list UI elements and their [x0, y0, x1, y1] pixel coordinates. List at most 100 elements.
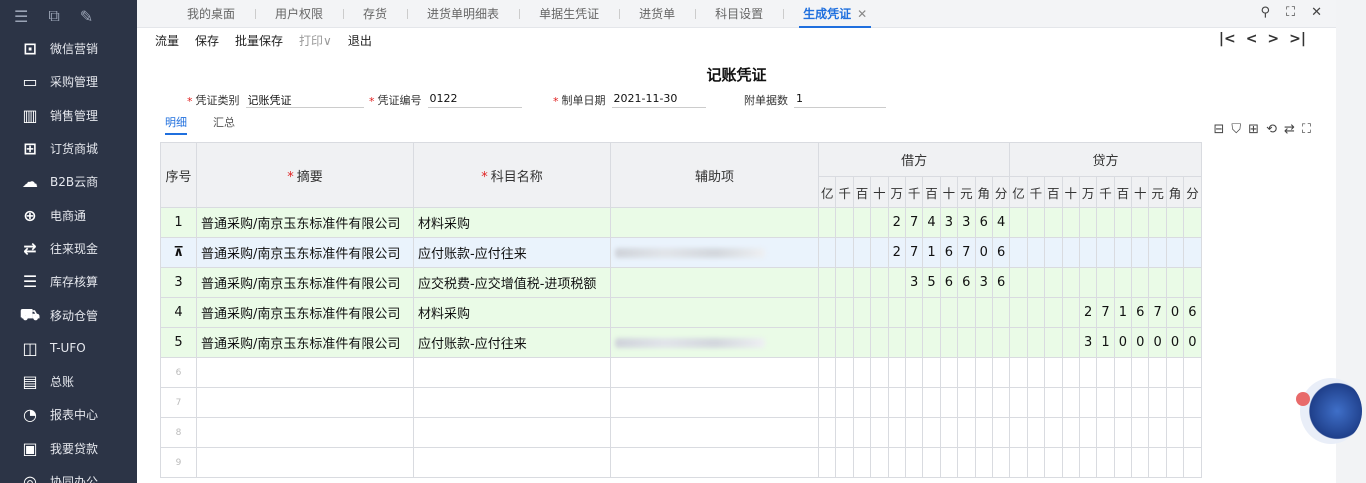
credit-digit-cell[interactable] — [1078, 387, 1098, 418]
sidebar-item-5[interactable]: ⊕ 电商通 — [0, 198, 137, 231]
credit-digit-cell[interactable] — [1183, 447, 1202, 478]
debit-digit-cell[interactable] — [904, 327, 924, 358]
summary-cell[interactable]: 普通采购/南京玉东标准件有限公司 — [196, 207, 414, 238]
voucher-type-input[interactable]: 记账凭证 — [245, 92, 364, 108]
debit-digit-cell[interactable] — [817, 357, 837, 388]
debit-digit-cell[interactable] — [904, 297, 924, 328]
credit-digit-cell[interactable] — [1044, 267, 1063, 298]
insert-row-icon[interactable]: ⊟ — [1214, 122, 1225, 137]
tab-close-icon[interactable]: ✕ — [857, 7, 867, 21]
credit-digit-cell[interactable] — [1044, 327, 1063, 358]
debit-digit-cell[interactable] — [957, 417, 976, 448]
credit-digit-cell[interactable] — [1131, 447, 1150, 478]
aux-cell[interactable] — [610, 297, 819, 328]
debit-digit-cell[interactable] — [852, 237, 872, 268]
table-row[interactable]: 5 普通采购/南京玉东标准件有限公司 应付账款-应付往来 3 1 0 0 0 0 0 — [160, 327, 1202, 358]
credit-digit-cell[interactable] — [1165, 267, 1185, 298]
debit-digit-cell[interactable] — [939, 417, 959, 448]
credit-digit-cell[interactable]: 0 — [1113, 327, 1133, 358]
last-record-icon[interactable]: >| — [1289, 31, 1306, 47]
exit-button[interactable]: 退出 — [348, 32, 372, 49]
credit-digit-cell[interactable] — [1183, 357, 1202, 388]
credit-digit-cell[interactable] — [1165, 417, 1185, 448]
first-record-icon[interactable]: |< — [1219, 31, 1236, 47]
credit-digit-cell[interactable] — [1113, 357, 1133, 388]
attachment-count-input[interactable]: 1 — [794, 92, 886, 108]
credit-digit-cell[interactable]: 6 — [1183, 297, 1202, 328]
credit-digit-cell[interactable] — [1044, 417, 1063, 448]
table-row[interactable]: 4 普通采购/南京玉东标准件有限公司 材料采购 2 7 1 6 7 0 6 — [160, 297, 1202, 328]
debit-digit-cell[interactable] — [817, 207, 837, 238]
close-icon[interactable]: ✕ — [1311, 5, 1322, 20]
debit-digit-cell[interactable] — [904, 387, 924, 418]
table-row[interactable]: 7 — [160, 387, 1202, 418]
credit-digit-cell[interactable] — [1148, 417, 1167, 448]
debit-digit-cell[interactable] — [974, 357, 993, 388]
debit-digit-cell[interactable] — [922, 357, 941, 388]
subtab-summary[interactable]: 汇总 — [213, 114, 235, 135]
print-button[interactable]: 打印∨ — [299, 32, 332, 49]
summary-cell[interactable] — [196, 387, 414, 418]
credit-digit-cell[interactable] — [1096, 267, 1115, 298]
credit-digit-cell[interactable] — [1131, 267, 1150, 298]
credit-digit-cell[interactable] — [1078, 207, 1098, 238]
credit-digit-cell[interactable] — [1061, 297, 1080, 328]
sidebar-item-12[interactable]: ▣ 我要贷款 — [0, 432, 137, 465]
debit-digit-cell[interactable] — [887, 357, 906, 388]
credit-digit-cell[interactable] — [1044, 207, 1063, 238]
debit-digit-cell[interactable] — [922, 447, 941, 478]
debit-digit-cell[interactable] — [991, 447, 1011, 478]
credit-digit-cell[interactable]: 3 — [1078, 327, 1098, 358]
debit-digit-cell[interactable] — [939, 327, 959, 358]
credit-digit-cell[interactable] — [1165, 447, 1185, 478]
debit-digit-cell[interactable] — [852, 327, 872, 358]
fullscreen-icon[interactable]: ⛶ — [1302, 122, 1311, 137]
account-cell[interactable]: 材料采购 — [413, 297, 611, 328]
debit-digit-cell[interactable] — [870, 207, 889, 238]
flow-button[interactable]: 流量 — [155, 32, 179, 49]
debit-digit-cell[interactable] — [957, 447, 976, 478]
debit-digit-cell[interactable] — [991, 357, 1011, 388]
debit-digit-cell[interactable]: 7 — [904, 237, 924, 268]
debit-digit-cell[interactable] — [835, 207, 854, 238]
debit-digit-cell[interactable]: 5 — [922, 267, 941, 298]
tab-2[interactable]: 存货 — [343, 0, 407, 28]
debit-digit-cell[interactable] — [974, 297, 993, 328]
summary-cell[interactable]: 普通采购/南京玉东标准件有限公司 — [196, 297, 414, 328]
tab-5[interactable]: 进货单 — [619, 0, 695, 28]
table-row[interactable]: 8 — [160, 417, 1202, 448]
credit-digit-cell[interactable] — [1183, 207, 1202, 238]
credit-digit-cell[interactable] — [1096, 387, 1115, 418]
menu-icon[interactable]: ☰ — [14, 7, 28, 26]
debit-digit-cell[interactable]: 7 — [904, 207, 924, 238]
credit-digit-cell[interactable] — [1009, 267, 1028, 298]
credit-digit-cell[interactable] — [1113, 207, 1133, 238]
debit-digit-cell[interactable]: 2 — [887, 237, 906, 268]
account-cell[interactable] — [413, 417, 611, 448]
debit-digit-cell[interactable] — [870, 387, 889, 418]
sidebar-item-11[interactable]: ◔ 报表中心 — [0, 398, 137, 431]
credit-digit-cell[interactable] — [1183, 417, 1202, 448]
credit-digit-cell[interactable]: 7 — [1148, 297, 1167, 328]
credit-digit-cell[interactable] — [1078, 237, 1098, 268]
debit-digit-cell[interactable] — [939, 297, 959, 328]
debit-digit-cell[interactable]: 2 — [887, 207, 906, 238]
credit-digit-cell[interactable] — [1113, 237, 1133, 268]
debit-digit-cell[interactable] — [835, 447, 854, 478]
table-row[interactable]: ⊼ 普通采购/南京玉东标准件有限公司 应付账款-应付往来 2 7 1 6 7 0 6 — [160, 237, 1202, 268]
credit-digit-cell[interactable] — [1148, 387, 1167, 418]
sidebar-item-4[interactable]: ☁ B2B云商 — [0, 165, 137, 198]
credit-digit-cell[interactable]: 6 — [1131, 297, 1150, 328]
maximize-icon[interactable]: ⛶ — [1286, 5, 1295, 20]
credit-digit-cell[interactable] — [1009, 297, 1028, 328]
credit-digit-cell[interactable] — [1096, 237, 1115, 268]
credit-digit-cell[interactable] — [1148, 357, 1167, 388]
debit-digit-cell[interactable]: 6 — [991, 267, 1011, 298]
debit-digit-cell[interactable] — [957, 297, 976, 328]
collapse-icon[interactable]: ⧉ — [48, 6, 59, 26]
voucher-number-input[interactable]: 0122 — [427, 92, 522, 108]
prev-record-icon[interactable]: < — [1246, 31, 1258, 47]
sidebar-item-2[interactable]: ▥ 销售管理 — [0, 99, 137, 132]
credit-digit-cell[interactable] — [1113, 387, 1133, 418]
credit-digit-cell[interactable] — [1165, 207, 1185, 238]
